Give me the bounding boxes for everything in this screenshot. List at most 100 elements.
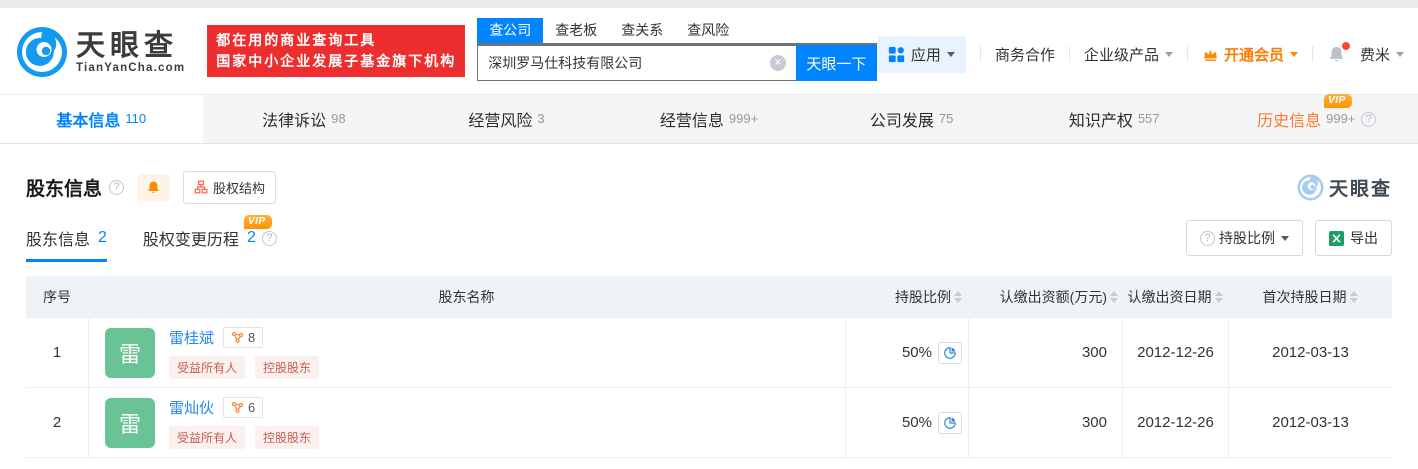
tab-count: 999+ [728, 111, 759, 126]
top-strip [0, 0, 1418, 8]
excel-icon [1329, 230, 1344, 246]
search-button[interactable]: 天眼一下 [795, 45, 877, 81]
subtab-row: 股东信息 2 股权变更历程 VIP 2 ? ? 持股比例 导出 [26, 215, 1392, 262]
table-body: 1 雷 雷桂斌 8 受益所有人 控股股东 50% 300 2012-12-26 … [26, 318, 1392, 458]
column-header-subscribe-date[interactable]: 认缴出资日期 [1122, 287, 1228, 307]
first-date-cell: 2012-03-13 [1228, 388, 1392, 457]
company-tab[interactable]: 法律诉讼 98 [203, 95, 406, 143]
shareholder-name-link[interactable]: 雷灿伙 [169, 397, 214, 418]
open-vip-menu[interactable]: 开通会员 [1202, 44, 1298, 65]
relation-count-badge[interactable]: 6 [223, 396, 264, 418]
tab-label: 知识产权 [1068, 113, 1133, 130]
company-tab[interactable]: 经营信息 999+ [608, 95, 811, 143]
slogan-line2: 国家中小企业发展子基金旗下机构 [216, 53, 457, 69]
divider [1311, 46, 1313, 62]
ratio-cell: 50% [845, 388, 968, 457]
help-icon[interactable] [109, 179, 125, 195]
subtab[interactable]: 股权变更历程 VIP 2 [142, 215, 277, 262]
tab-count: 75 [938, 111, 954, 126]
company-tab[interactable]: 知识产权 557 [1013, 95, 1216, 143]
table-row: 1 雷 雷桂斌 8 受益所有人 控股股东 50% 300 2012-12-26 … [26, 318, 1392, 388]
section-title: 股东信息 [26, 178, 103, 200]
chevron-down-icon [1289, 52, 1298, 61]
column-header-amount[interactable]: 认缴出资额(万元) [968, 287, 1122, 307]
watermark-text: 天眼查 [1328, 178, 1392, 200]
search-tab[interactable]: 查风险 [675, 18, 741, 43]
company-tab[interactable]: 历史信息 VIP 999+ [1215, 94, 1418, 143]
search-tab-label: 查公司 [489, 22, 532, 38]
export-label: 导出 [1350, 230, 1378, 246]
chevron-down-icon [1396, 52, 1404, 61]
tag: 受益所有人 [169, 355, 246, 379]
search-tab[interactable]: 查关系 [609, 18, 675, 43]
vip-label: 开通会员 [1223, 46, 1284, 64]
relation-count: 8 [248, 329, 256, 345]
help-icon[interactable] [261, 230, 277, 246]
divider [1186, 46, 1188, 62]
slogan-banner: 都在用的商业查询工具 国家中小企业发展子基金旗下机构 [207, 25, 466, 77]
watermark-logo: 天眼查 [1297, 174, 1392, 201]
clear-icon[interactable] [769, 55, 786, 71]
table-header-row: 序号 股东名称 持股比例 认缴出资额(万元) 认缴出资日期 首次持股日期 [26, 276, 1392, 318]
avatar[interactable]: 雷 [105, 327, 155, 378]
cooperation-label: 商务合作 [994, 46, 1055, 64]
ratio-filter-label: 持股比例 [1219, 230, 1275, 246]
ratio-value: 50% [901, 344, 932, 361]
pie-chart-icon[interactable] [938, 341, 962, 364]
export-button[interactable]: 导出 [1315, 220, 1392, 256]
site-logo[interactable]: 天眼查 TianYanCha.com [16, 26, 185, 78]
subtab-count: 2 [246, 229, 256, 246]
shareholder-cell: 雷 雷桂斌 8 受益所有人 控股股东 [88, 318, 845, 387]
app-grid-icon [888, 46, 905, 62]
sort-icon[interactable] [1349, 287, 1358, 307]
avatar[interactable]: 雷 [105, 397, 155, 448]
shareholder-cell: 雷 雷灿伙 6 受益所有人 控股股东 [88, 388, 845, 457]
subtab-label: 股权变更历程 [142, 232, 239, 249]
table-actions: 持股比例 导出 [1174, 220, 1392, 262]
enterprise-products-menu[interactable]: 企业级产品 [1084, 44, 1173, 65]
ratio-filter-button[interactable]: 持股比例 [1186, 220, 1303, 256]
row-index: 1 [52, 344, 62, 361]
sort-icon[interactable] [1214, 287, 1223, 307]
column-header-first-date[interactable]: 首次持股日期 [1228, 287, 1392, 307]
notifications-bell[interactable] [1327, 41, 1350, 64]
relation-count-badge[interactable]: 8 [223, 326, 264, 348]
username-label: 费米 [1359, 46, 1390, 64]
search-input[interactable] [477, 45, 796, 81]
tab-count: 110 [125, 111, 147, 126]
equity-structure-button[interactable]: 股权结构 [183, 170, 277, 204]
logo-subtitle: TianYanCha.com [76, 61, 186, 74]
company-tab[interactable]: 经营风险 3 [405, 95, 608, 143]
column-header-ratio[interactable]: 持股比例 [845, 287, 968, 307]
search-tab[interactable]: 查公司 [477, 18, 544, 43]
business-cooperation-link[interactable]: 商务合作 [995, 44, 1055, 65]
header-nav: 应用 商务合作 企业级产品 开通会员 费米 [876, 35, 1404, 73]
help-icon [1200, 230, 1215, 246]
tab-label: 经营信息 [659, 113, 724, 130]
user-menu[interactable]: 费米 [1360, 44, 1404, 65]
search-tab-label: 查风险 [687, 22, 730, 38]
tab-label: 经营风险 [468, 113, 533, 130]
column-header-name: 股东名称 [438, 289, 495, 305]
row-index: 2 [52, 414, 62, 431]
table-row: 2 雷 雷灿伙 6 受益所有人 控股股东 50% 300 2012-12-26 … [26, 388, 1392, 458]
tab-label: 历史信息 [1257, 113, 1322, 130]
chevron-down-icon [946, 52, 955, 61]
shareholder-tags: 受益所有人 控股股东 [169, 425, 329, 449]
network-icon [231, 401, 244, 413]
subscribe-bell-button[interactable] [137, 173, 171, 201]
shareholder-name-link[interactable]: 雷桂斌 [169, 327, 214, 348]
subtab[interactable]: 股东信息 2 [26, 226, 107, 262]
sort-icon[interactable] [954, 287, 962, 307]
apps-menu[interactable]: 应用 [876, 35, 966, 73]
subtab-count: 2 [98, 229, 107, 246]
logo-title: 天眼查 [76, 29, 179, 62]
search-tab[interactable]: 查老板 [543, 18, 609, 43]
bell-icon [148, 181, 159, 193]
company-tab[interactable]: 基本信息 110 [0, 95, 203, 143]
help-icon[interactable] [1361, 111, 1377, 127]
sort-icon[interactable] [1110, 287, 1118, 307]
first-date-cell: 2012-03-13 [1228, 318, 1392, 387]
pie-chart-icon[interactable] [938, 411, 962, 434]
company-tab[interactable]: 公司发展 75 [810, 95, 1013, 143]
